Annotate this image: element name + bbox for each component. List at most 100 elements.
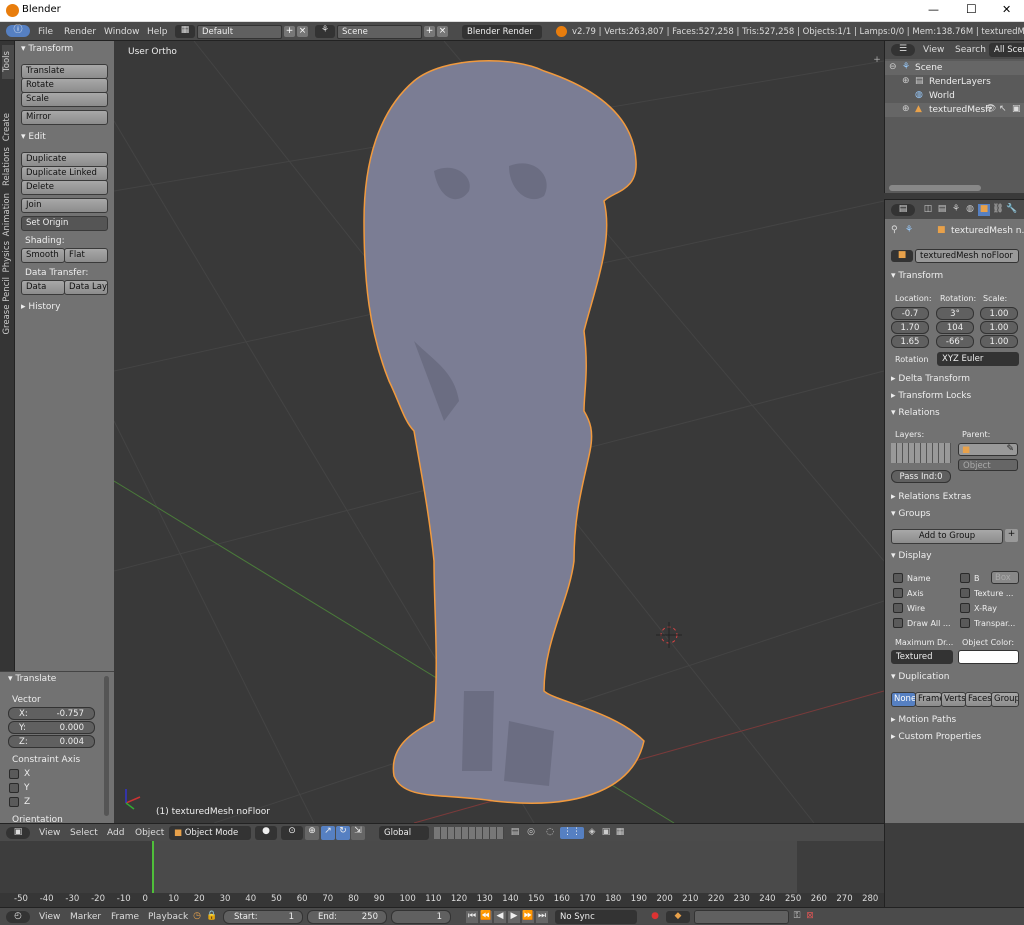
end-frame-field[interactable]: End: 250 [307, 910, 387, 924]
history-panel-header[interactable]: ▸ History [21, 302, 60, 312]
motion-paths-header[interactable]: ▸ Motion Paths [891, 715, 956, 725]
expand-icon[interactable]: ⊕ [902, 104, 910, 115]
layout-add-icon[interactable]: + [284, 26, 295, 37]
outliner-editor-icon[interactable]: ☰ [891, 44, 915, 56]
object-layers-grid[interactable] [891, 443, 951, 463]
current-frame-field[interactable]: 1 [391, 910, 451, 924]
render-tab-icon[interactable]: ◫ [922, 204, 934, 216]
tab-create[interactable]: Create [2, 113, 14, 141]
data-layout-button[interactable]: Data Lay [64, 280, 108, 295]
modifiers-tab-icon[interactable]: 🔧 [1006, 204, 1018, 216]
vector-y-field[interactable]: Y: 0.000 [8, 721, 95, 734]
constraint-x-checkbox[interactable] [9, 769, 19, 779]
constraint-z-checkbox[interactable] [9, 797, 19, 807]
rotate-button[interactable]: Rotate [21, 78, 108, 93]
scale-x-field[interactable]: 1.00 [980, 307, 1018, 320]
rotation-x-field[interactable]: 3° [936, 307, 974, 320]
delete-button[interactable]: Delete [21, 180, 108, 195]
dupli-frame-button[interactable]: Frame [915, 692, 942, 707]
menu-file[interactable]: File [38, 27, 53, 37]
duplicate-linked-button[interactable]: Duplicate Linked [21, 166, 108, 181]
location-z-field[interactable]: 1.65 [891, 335, 929, 348]
scale-y-field[interactable]: 1.00 [980, 321, 1018, 334]
timeline-area[interactable]: -50 -40 -30 -20 -10 0 10 20 30 40 50 60 70 80 90 100 110… [0, 841, 884, 907]
properties-editor-icon[interactable]: ▤ [891, 204, 915, 216]
cursor-select-icon[interactable]: ↖ [999, 104, 1007, 115]
groups-header[interactable]: ▾ Groups [891, 509, 930, 519]
opengl-render-icon[interactable]: ▣ [600, 827, 612, 839]
render-toggle-icon[interactable]: ▣ [1012, 104, 1021, 115]
timeline-menu-view[interactable]: View [39, 912, 60, 922]
outliner-row-scene[interactable]: ⊖ ⚘ Scene [885, 61, 1024, 75]
tab-tools[interactable]: Tools [2, 45, 14, 79]
delete-keyframe-icon[interactable]: ⊠ [804, 911, 816, 923]
outliner-scrollbar[interactable] [889, 185, 981, 191]
tab-relations[interactable]: Relations [2, 147, 14, 186]
menu-object[interactable]: Object [135, 828, 164, 838]
minimize-button[interactable]: — [928, 3, 939, 16]
transparency-checkbox[interactable] [960, 618, 970, 628]
record-icon[interactable]: ● [649, 911, 661, 923]
max-draw-type-select[interactable]: Textured [891, 650, 953, 664]
axis-checkbox[interactable] [893, 588, 903, 598]
layout-field[interactable]: Default [197, 25, 282, 39]
rotation-z-field[interactable]: -66° [936, 335, 974, 348]
translate-manipulator-icon[interactable]: ↗ [321, 826, 335, 840]
data-transfer-button[interactable]: Data [21, 280, 65, 295]
xray-checkbox[interactable] [960, 603, 970, 613]
jump-key-back-icon[interactable]: ⏪ [480, 911, 492, 923]
scale-manipulator-icon[interactable]: ⇲ [351, 826, 365, 840]
keying-set-field[interactable] [694, 910, 789, 924]
tab-grease-pencil[interactable]: Grease Pencil [2, 277, 14, 335]
scene-field[interactable]: Scene [337, 25, 422, 39]
duplication-header[interactable]: ▾ Duplication [891, 672, 949, 682]
edit-panel-header[interactable]: ▾ Edit [21, 132, 46, 142]
timeline-menu-marker[interactable]: Marker [70, 912, 101, 922]
snap-target-icon[interactable]: ◈ [586, 827, 598, 839]
world-tab-icon[interactable]: ◍ [964, 204, 976, 216]
render-preview-icon[interactable]: ◎ [525, 827, 537, 839]
layout-icon[interactable]: ▦ [175, 25, 195, 38]
menu-add[interactable]: Add [107, 828, 124, 838]
object-name-field[interactable]: texturedMesh noFloor [915, 249, 1019, 263]
operator-scrollbar[interactable] [104, 676, 109, 816]
name-checkbox[interactable] [893, 573, 903, 583]
vector-x-field[interactable]: X: -0.757 [8, 707, 95, 720]
location-x-field[interactable]: -0.7 [891, 307, 929, 320]
manipulator-icon[interactable]: ⊕ [305, 826, 319, 840]
timeline-menu-playback[interactable]: Playback [148, 912, 188, 922]
tab-animation[interactable]: Animation [2, 193, 14, 236]
location-y-field[interactable]: 1.70 [891, 321, 929, 334]
mode-select[interactable]: ■ Object Mode [169, 826, 251, 840]
timeline-menu-frame[interactable]: Frame [111, 912, 139, 922]
dupli-group-button[interactable]: Group [991, 692, 1019, 707]
jump-end-icon[interactable]: ⏭ [536, 911, 548, 923]
wire-checkbox[interactable] [893, 603, 903, 613]
menu-window[interactable]: Window [104, 27, 140, 37]
texture-space-checkbox[interactable] [960, 588, 970, 598]
proportional-edit-icon[interactable]: ◌ [544, 827, 556, 839]
outliner-row-renderlayers[interactable]: ⊕ ▤ RenderLayers [885, 75, 1024, 89]
display-header[interactable]: ▾ Display [891, 551, 932, 561]
transform-locks-header[interactable]: ▸ Transform Locks [891, 391, 971, 401]
eyedropper-icon[interactable]: ✎ [1006, 444, 1014, 455]
add-group-icon[interactable]: + [1005, 529, 1018, 542]
constraints-tab-icon[interactable]: ⛓ [992, 204, 1004, 216]
info-editor-icon[interactable]: ⓘ [6, 25, 30, 37]
set-origin-select[interactable]: Set Origin [21, 216, 108, 231]
scene-icon[interactable]: ⚘ [315, 25, 335, 38]
add-to-group-button[interactable]: Add to Group [891, 529, 1003, 544]
transform-panel-header[interactable]: ▾ Transform [21, 44, 73, 54]
renderlayers-tab-icon[interactable]: ▤ [936, 204, 948, 216]
bounds-checkbox[interactable] [960, 573, 970, 583]
smooth-button[interactable]: Smooth [21, 248, 65, 263]
dupli-faces-button[interactable]: Faces [965, 692, 992, 707]
collapse-icon[interactable]: ⊖ [889, 62, 897, 73]
custom-properties-header[interactable]: ▸ Custom Properties [891, 732, 981, 742]
pass-index-field[interactable]: Pass Ind:0 [891, 470, 951, 483]
relations-extras-header[interactable]: ▸ Relations Extras [891, 492, 971, 502]
object-tab-icon[interactable]: ■ [978, 204, 990, 216]
render-engine-select[interactable]: Blender Render [462, 25, 542, 39]
current-frame-line[interactable] [152, 841, 154, 893]
relations-header[interactable]: ▾ Relations [891, 408, 940, 418]
